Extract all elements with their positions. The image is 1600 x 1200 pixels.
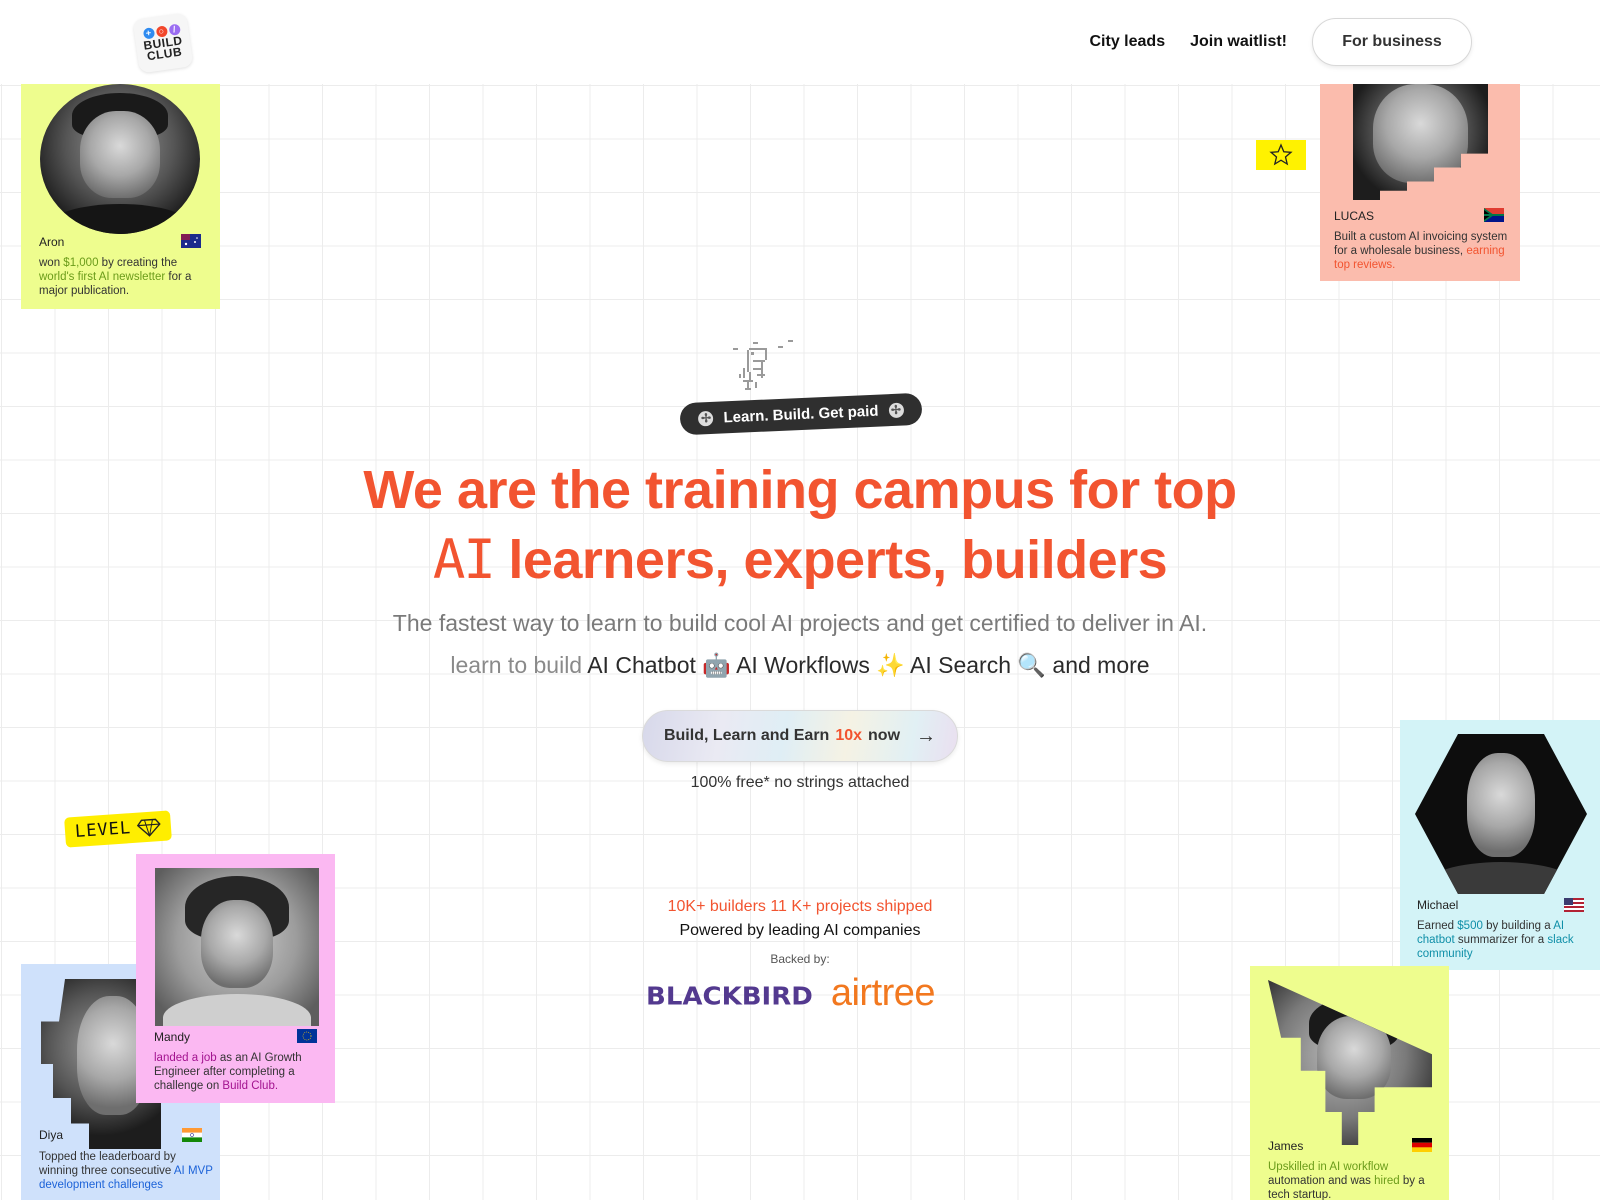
- card-description: Topped the leaderboard by winning three …: [39, 1150, 214, 1192]
- avatar: [155, 868, 319, 1026]
- eu-flag-icon: [297, 1029, 317, 1043]
- for-business-button[interactable]: For business: [1312, 18, 1472, 66]
- description-text: Topped the leaderboard by winning three …: [39, 1151, 176, 1177]
- tagline-text: Learn. Build. Get paid: [723, 402, 879, 426]
- learn-to-build-line: learn to build AI Chatbot 🤖 AI Workflows…: [0, 652, 1600, 679]
- highlight-text: Build Club.: [222, 1080, 279, 1092]
- south-africa-flag-icon: [1484, 208, 1504, 222]
- highlight-text: Upskilled in AI workflow: [1268, 1161, 1389, 1173]
- arrow-right-icon: →: [916, 724, 937, 747]
- learn-suffix: and more: [1052, 652, 1150, 678]
- card-description: Built a custom AI invoicing system for a…: [1334, 230, 1514, 272]
- learn-item-search: AI Search: [910, 652, 1011, 678]
- card-name: Mandy: [154, 1030, 191, 1044]
- description-text: automation and was: [1268, 1175, 1375, 1187]
- card-name: James: [1268, 1139, 1304, 1153]
- backer-logos: BLACKBIRD airtree: [646, 972, 936, 1015]
- sparkle-icon: ✢: [888, 402, 904, 418]
- highlight-text: hired: [1374, 1175, 1400, 1187]
- magnifier-icon: 🔍: [1017, 652, 1047, 678]
- card-name: Aron: [39, 235, 65, 249]
- build-learn-earn-cta-button[interactable]: Build, Learn and Earn 10x now →: [642, 710, 958, 762]
- card-description: won $1,000 by creating the world's first…: [39, 256, 209, 298]
- australia-flag-icon: [181, 234, 201, 248]
- powered-by-text: Powered by leading AI companies: [679, 922, 921, 939]
- description-text: by creating the: [98, 257, 178, 269]
- builder-stats: 10K+ builders 11 K+ projects shipped: [667, 898, 933, 915]
- cta-suffix: now: [868, 727, 901, 744]
- learn-prefix: learn to build: [450, 652, 583, 678]
- pixel-dinosaur-icon: [733, 340, 793, 390]
- india-flag-icon: [182, 1128, 202, 1142]
- highlight-text: landed a job: [154, 1052, 217, 1064]
- germany-flag-icon: [1412, 1138, 1432, 1152]
- card-description: Upskilled in AI workflow automation and …: [1268, 1160, 1446, 1200]
- testimonial-card-lucas: LUCAS Built a custom AI invoicing system…: [1320, 84, 1520, 281]
- learn-item-workflows: AI Workflows: [736, 652, 870, 678]
- testimonial-card-mandy: Mandy landed a job as an AI Growth Engin…: [136, 854, 335, 1103]
- sparkles-icon: ✨: [876, 652, 905, 678]
- level-text: LEVEL: [74, 818, 132, 842]
- hero-headline: We are the training campus for top AI le…: [0, 455, 1600, 595]
- nav-join-waitlist[interactable]: Join waitlist!: [1190, 33, 1287, 51]
- sparkle-icon: ✢: [698, 410, 714, 426]
- free-note: 100% free* no strings attached: [690, 774, 910, 791]
- avatar: [40, 84, 200, 234]
- avatar: [1353, 84, 1488, 200]
- testimonial-card-aron: Aron won $1,000 by creating the world's …: [21, 84, 220, 309]
- headline-line-1: We are the training campus for top: [363, 460, 1237, 520]
- nav-city-leads[interactable]: City leads: [1090, 33, 1166, 51]
- highlight-text: $1,000: [63, 257, 99, 269]
- description-text: won: [39, 257, 64, 269]
- headline-ai-mono: AI: [432, 528, 496, 591]
- robot-icon: 🤖: [702, 652, 731, 678]
- avatar: [1415, 734, 1587, 894]
- card-name: Diya: [39, 1128, 64, 1142]
- site-header: + ○ / BUILD CLUB City leads Join waitlis…: [0, 0, 1600, 84]
- headline-line-2: learners, experts, builders: [493, 530, 1168, 590]
- card-description: landed a job as an AI Growth Engineer af…: [154, 1051, 326, 1093]
- learn-item-chatbot: AI Chatbot: [587, 652, 696, 678]
- avatar: [1268, 980, 1432, 1145]
- build-club-logo[interactable]: + ○ / BUILD CLUB: [132, 12, 194, 74]
- card-name: LUCAS: [1334, 209, 1375, 223]
- hero-subheadline: The fastest way to learn to build cool A…: [392, 610, 1208, 636]
- backed-by-label: Backed by:: [770, 952, 830, 966]
- cta-prefix: Build, Learn and Earn: [663, 727, 830, 744]
- logo-text-club: CLUB: [146, 44, 183, 64]
- highlight-text: world's first AI newsletter: [39, 271, 166, 283]
- airtree-logo: airtree: [830, 972, 936, 1014]
- top-nav: City leads Join waitlist! For business: [1090, 18, 1472, 66]
- star-icon: [1269, 143, 1293, 166]
- diamond-icon: [136, 818, 161, 837]
- blackbird-logo: BLACKBIRD: [646, 982, 813, 1012]
- cta-accent: 10x: [835, 727, 863, 744]
- testimonial-card-james: James Upskilled in AI workflow automatio…: [1250, 966, 1449, 1200]
- star-badge: [1256, 140, 1306, 170]
